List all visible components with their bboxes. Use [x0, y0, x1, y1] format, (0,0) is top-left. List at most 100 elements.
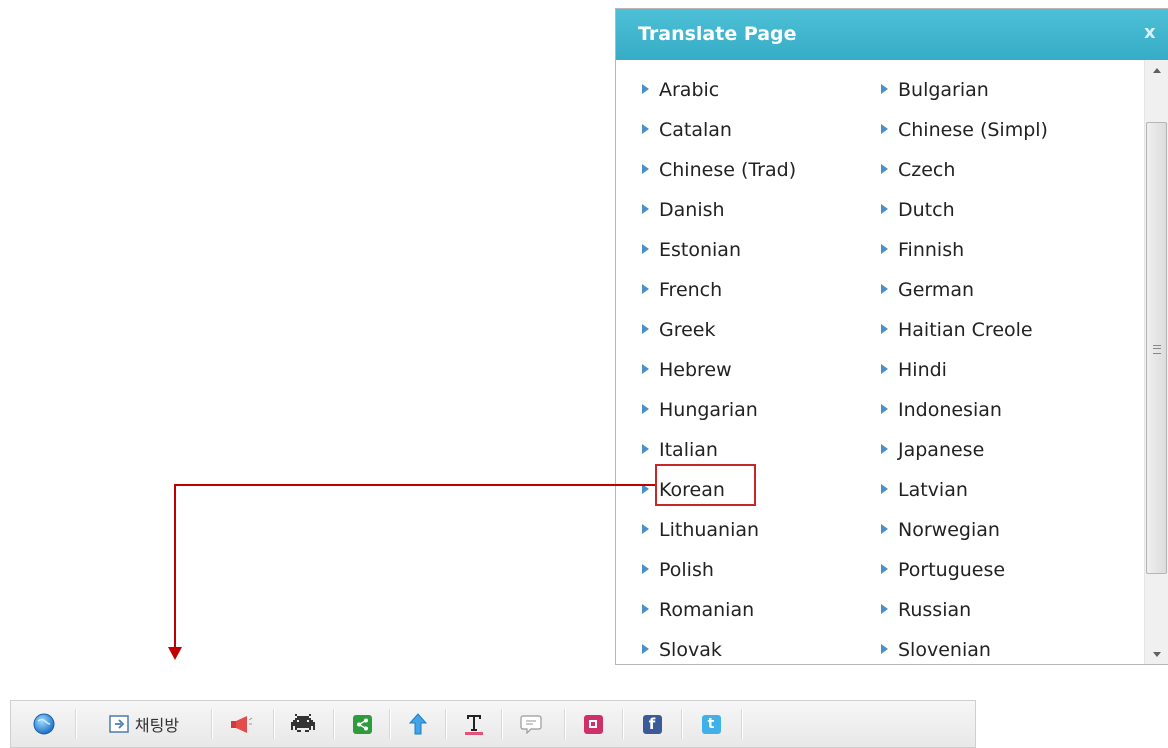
- language-item-french[interactable]: French: [642, 270, 722, 310]
- language-label: Norwegian: [898, 519, 1000, 541]
- language-label: Catalan: [659, 119, 732, 141]
- translate-panel: Translate Page x Arabic Catalan Chinese (T…: [615, 8, 1168, 665]
- language-label: Czech: [898, 159, 956, 181]
- language-label: Estonian: [659, 239, 741, 261]
- bullet-arrow-icon: [881, 203, 888, 214]
- language-item-korean[interactable]: Korean: [642, 470, 725, 510]
- chat-room-button[interactable]: 채팅방: [89, 701, 199, 747]
- language-item-czech[interactable]: Czech: [881, 150, 955, 190]
- bullet-arrow-icon: [881, 523, 888, 534]
- twitter-button[interactable]: t: [691, 701, 731, 747]
- language-item-chinese-simpl[interactable]: Chinese (Simpl): [881, 110, 1048, 150]
- language-item-hungarian[interactable]: Hungarian: [642, 390, 758, 430]
- toolbar-separator: [681, 709, 683, 739]
- language-label: German: [898, 279, 975, 301]
- language-item-hindi[interactable]: Hindi: [881, 350, 947, 390]
- megaphone-button[interactable]: [221, 701, 261, 747]
- language-label: Chinese (Trad): [659, 159, 797, 181]
- bullet-arrow-icon: [642, 283, 649, 294]
- arrow-head-icon: [168, 647, 182, 660]
- invader-icon: [291, 714, 315, 732]
- globe-button[interactable]: [29, 701, 59, 747]
- bullet-arrow-icon: [642, 363, 649, 374]
- bullet-arrow-icon: [642, 163, 649, 174]
- language-label: Portuguese: [898, 559, 1006, 581]
- language-item-indonesian[interactable]: Indonesian: [881, 390, 1002, 430]
- language-item-norwegian[interactable]: Norwegian: [881, 510, 1000, 550]
- panel-title: Translate Page: [638, 23, 797, 45]
- language-label: Slovenian: [898, 639, 991, 661]
- language-item-haitian-creole[interactable]: Haitian Creole: [881, 310, 1033, 350]
- bullet-arrow-icon: [642, 523, 649, 534]
- toolbar-separator: [211, 709, 213, 739]
- scrollbar-thumb[interactable]: [1146, 122, 1167, 574]
- language-label: French: [659, 279, 723, 301]
- language-item-german[interactable]: German: [881, 270, 974, 310]
- language-item-polish[interactable]: Polish: [642, 550, 714, 590]
- language-item-finnish[interactable]: Finnish: [881, 230, 964, 270]
- language-item-danish[interactable]: Danish: [642, 190, 725, 230]
- invader-button[interactable]: [283, 701, 323, 747]
- toolbar-separator: [389, 709, 391, 739]
- language-label: Hebrew: [659, 359, 732, 381]
- language-item-japanese[interactable]: Japanese: [881, 430, 984, 470]
- language-label: Polish: [659, 559, 714, 581]
- scrollbar[interactable]: [1144, 60, 1168, 664]
- bullet-arrow-icon: [642, 243, 649, 254]
- language-item-dutch[interactable]: Dutch: [881, 190, 955, 230]
- language-label: Slovak: [659, 639, 722, 661]
- toolbar-separator: [622, 709, 624, 739]
- twitter-icon: t: [701, 714, 721, 734]
- language-item-portuguese[interactable]: Portuguese: [881, 550, 1005, 590]
- language-item-catalan[interactable]: Catalan: [642, 110, 732, 150]
- speech-bubble-button[interactable]: [511, 701, 551, 747]
- language-item-bulgarian[interactable]: Bulgarian: [881, 70, 989, 110]
- chat-room-label: 채팅방: [134, 716, 180, 735]
- toolbar-separator: [564, 709, 566, 739]
- language-item-italian[interactable]: Italian: [642, 430, 718, 470]
- bullet-arrow-icon: [642, 443, 649, 454]
- language-item-chinese-trad[interactable]: Chinese (Trad): [642, 150, 796, 190]
- language-item-russian[interactable]: Russian: [881, 590, 971, 630]
- share-icon: [352, 714, 372, 734]
- upload-button[interactable]: [399, 701, 437, 747]
- toolbar-separator: [75, 709, 77, 739]
- bullet-arrow-icon: [642, 643, 649, 654]
- toolbar-separator: [445, 709, 447, 739]
- language-item-greek[interactable]: Greek: [642, 310, 716, 350]
- language-label: Chinese (Simpl): [898, 119, 1048, 141]
- bullet-arrow-icon: [881, 83, 888, 94]
- language-item-estonian[interactable]: Estonian: [642, 230, 741, 270]
- language-label: Dutch: [898, 199, 955, 221]
- language-item-romanian[interactable]: Romanian: [642, 590, 754, 630]
- bullet-arrow-icon: [642, 203, 649, 214]
- language-item-slovak[interactable]: Slovak: [642, 630, 722, 664]
- bullet-arrow-icon: [642, 323, 649, 334]
- pink-square-icon: [583, 714, 603, 734]
- scroll-up-arrow-icon[interactable]: [1145, 60, 1168, 82]
- bullet-arrow-icon: [881, 563, 888, 574]
- pink-square-button[interactable]: [574, 701, 612, 747]
- language-label: Korean: [659, 479, 725, 501]
- language-item-lithuanian[interactable]: Lithuanian: [642, 510, 759, 550]
- language-item-hebrew[interactable]: Hebrew: [642, 350, 732, 390]
- close-icon[interactable]: x: [1144, 22, 1156, 43]
- bullet-arrow-icon: [881, 443, 888, 454]
- bullet-arrow-icon: [642, 603, 649, 614]
- facebook-button[interactable]: f: [632, 701, 672, 747]
- bullet-arrow-icon: [881, 363, 888, 374]
- language-item-latvian[interactable]: Latvian: [881, 470, 968, 510]
- language-label: Japanese: [898, 439, 985, 461]
- text-format-button[interactable]: [455, 701, 493, 747]
- globe-icon: [33, 713, 55, 735]
- megaphone-icon: [231, 716, 253, 733]
- scroll-down-arrow-icon[interactable]: [1145, 643, 1168, 664]
- bullet-arrow-icon: [642, 123, 649, 134]
- grip-icon: [1153, 345, 1161, 354]
- language-item-slovenian[interactable]: Slovenian: [881, 630, 991, 664]
- toolbar-separator: [501, 709, 503, 739]
- share-button[interactable]: [343, 701, 381, 747]
- language-label: Hindi: [898, 359, 947, 381]
- language-item-arabic[interactable]: Arabic: [642, 70, 719, 110]
- bottom-toolbar: 채팅방 f t: [10, 700, 976, 748]
